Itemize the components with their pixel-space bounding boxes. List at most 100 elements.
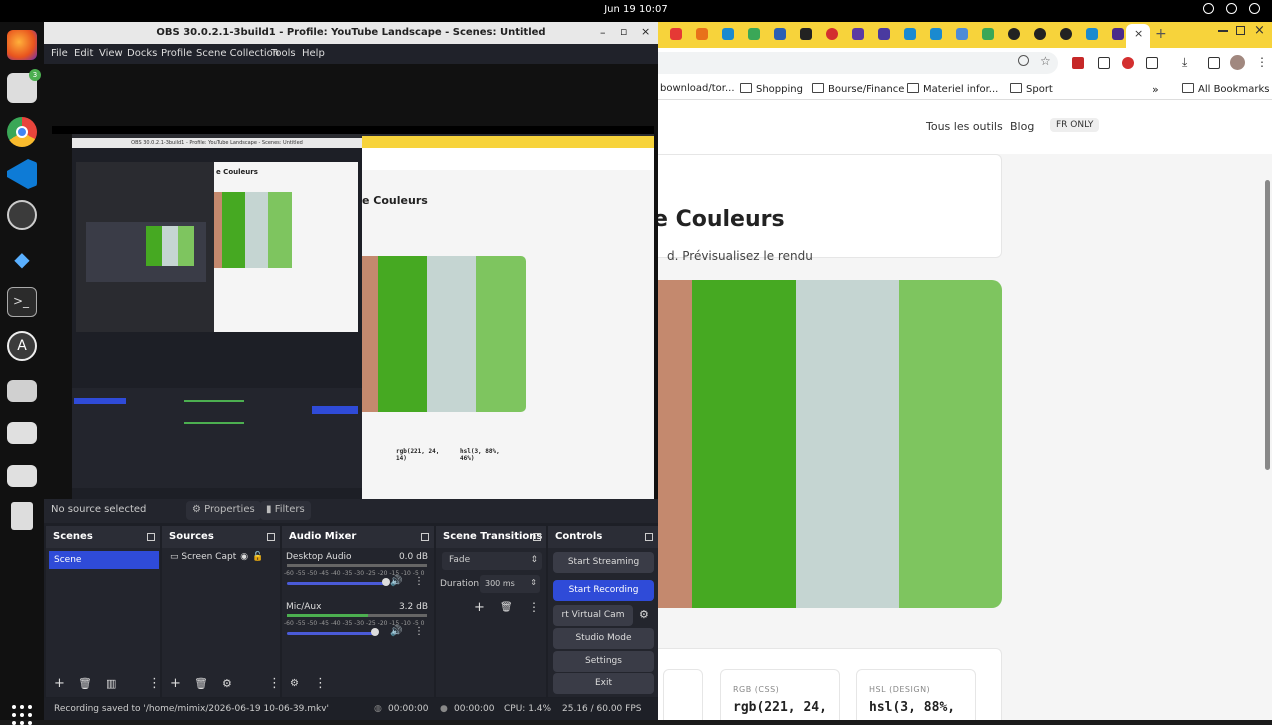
- filters-button[interactable]: ▮ Filters: [260, 501, 311, 520]
- bookmark-folder[interactable]: Bourse/Finance: [812, 83, 904, 95]
- vscode-icon[interactable]: [7, 159, 37, 189]
- avatar[interactable]: [1230, 55, 1245, 70]
- spin-icon[interactable]: ⇕: [530, 578, 537, 587]
- drive-icon[interactable]: [7, 380, 37, 402]
- tab[interactable]: [748, 28, 760, 40]
- menu-view[interactable]: View: [99, 48, 123, 59]
- gear-icon[interactable]: ⚙: [639, 608, 649, 621]
- tab-active[interactable]: ×: [1126, 24, 1150, 48]
- menu-file[interactable]: File: [51, 48, 68, 59]
- volume-slider[interactable]: [287, 582, 387, 585]
- bookmark[interactable]: bownload/tor...: [660, 83, 735, 94]
- value-box-hsl[interactable]: HSL (DESIGN) hsl(3, 88%, 46%): [856, 669, 976, 720]
- download-icon[interactable]: ⤓: [1182, 55, 1187, 70]
- lock-icon[interactable]: 🔓: [252, 552, 263, 562]
- source-item[interactable]: ▭ Screen Capt ◉ 🔓: [170, 552, 263, 562]
- value-box-rgb[interactable]: RGB (CSS) rgb(221, 24, 14): [720, 669, 840, 720]
- tab[interactable]: [930, 28, 942, 40]
- more-icon[interactable]: ⋮: [528, 600, 540, 614]
- undock-icon[interactable]: [533, 533, 541, 541]
- close-window-icon[interactable]: ×: [641, 22, 650, 43]
- transition-select[interactable]: Fade ⇕: [442, 552, 542, 570]
- trash-icon[interactable]: 🗑: [78, 677, 92, 690]
- undock-icon[interactable]: [421, 533, 429, 541]
- tab[interactable]: [1086, 28, 1098, 40]
- more-icon[interactable]: ⋮: [148, 676, 161, 691]
- drive-icon[interactable]: [7, 465, 37, 487]
- sidepanel-icon[interactable]: [1208, 57, 1220, 69]
- obs-preview[interactable]: OBS 30.0.2.1-3build1 - Profile: YouTube …: [44, 64, 658, 508]
- tab[interactable]: [826, 28, 838, 40]
- eye-icon[interactable]: ◉: [240, 552, 248, 562]
- tab[interactable]: [722, 28, 734, 40]
- search-icon[interactable]: [1018, 55, 1029, 66]
- menu-profile[interactable]: Profile: [161, 48, 192, 59]
- menu-edit[interactable]: Edit: [74, 48, 93, 59]
- speaker-icon[interactable]: 🔊: [390, 576, 402, 587]
- tab[interactable]: [800, 28, 812, 40]
- show-apps-icon[interactable]: [12, 705, 32, 725]
- maximize-icon[interactable]: ▫: [620, 22, 627, 43]
- maximize-icon[interactable]: [1236, 26, 1245, 35]
- more-icon[interactable]: ⋮: [268, 676, 281, 691]
- undock-icon[interactable]: [645, 533, 653, 541]
- trash-icon[interactable]: [11, 502, 33, 530]
- speaker-icon[interactable]: 🔊: [390, 626, 402, 637]
- more-bookmarks-icon[interactable]: »: [1152, 83, 1159, 96]
- volume-icon[interactable]: [1226, 3, 1237, 14]
- tab[interactable]: [1060, 28, 1072, 40]
- bookmark-folder[interactable]: Materiel infor...: [907, 83, 998, 95]
- omnibox[interactable]: ☆: [658, 52, 1058, 74]
- drive-icon[interactable]: [7, 422, 37, 444]
- extension-icon[interactable]: [1098, 57, 1110, 69]
- add-icon[interactable]: +: [170, 676, 181, 691]
- more-icon[interactable]: ⋮: [414, 576, 424, 587]
- bookmark-folder[interactable]: Sport: [1010, 83, 1053, 95]
- start-streaming-button[interactable]: Start Streaming: [553, 552, 654, 573]
- minimize-icon[interactable]: [1218, 30, 1228, 32]
- power-icon[interactable]: [1249, 3, 1260, 14]
- files-icon[interactable]: 3: [7, 69, 41, 103]
- close-window-icon[interactable]: ×: [1254, 23, 1265, 38]
- tab[interactable]: [774, 28, 786, 40]
- more-icon[interactable]: ⋮: [314, 676, 327, 691]
- menu-tools[interactable]: Tools: [271, 48, 296, 59]
- filter-icon[interactable]: ▥: [106, 677, 116, 690]
- add-icon[interactable]: +: [54, 676, 65, 691]
- studio-mode-button[interactable]: Studio Mode: [553, 628, 654, 649]
- tab[interactable]: [878, 28, 890, 40]
- volume-slider-knob[interactable]: [382, 578, 391, 586]
- menu-help[interactable]: Help: [302, 48, 325, 59]
- tab[interactable]: [1008, 28, 1020, 40]
- start-recording-button[interactable]: Start Recording: [553, 580, 654, 601]
- star-icon[interactable]: ☆: [1040, 54, 1051, 68]
- new-tab-icon[interactable]: +: [1155, 26, 1167, 42]
- tab[interactable]: [670, 28, 682, 40]
- firefox-icon[interactable]: [7, 30, 37, 60]
- tab[interactable]: [982, 28, 994, 40]
- network-icon[interactable]: [1203, 3, 1214, 14]
- volume-slider-knob[interactable]: [371, 628, 379, 636]
- software-updater-icon[interactable]: A: [7, 331, 37, 361]
- trash-icon[interactable]: 🗑: [500, 602, 513, 613]
- nav-blog-link[interactable]: Blog: [1010, 120, 1034, 133]
- bookmark-folder[interactable]: Shopping: [740, 83, 803, 95]
- virtual-camera-button[interactable]: rt Virtual Cam: [553, 605, 633, 626]
- tab[interactable]: [696, 28, 708, 40]
- obs-icon[interactable]: [7, 200, 37, 230]
- scene-item[interactable]: Scene: [49, 551, 159, 569]
- terminal-icon[interactable]: >_: [7, 287, 37, 317]
- gear-icon[interactable]: ⚙: [222, 677, 232, 690]
- tab[interactable]: [1112, 28, 1124, 40]
- volume-slider[interactable]: [287, 632, 375, 635]
- undock-icon[interactable]: [267, 533, 275, 541]
- exit-button[interactable]: Exit: [553, 673, 654, 694]
- extension-icon[interactable]: [1122, 57, 1134, 69]
- add-icon[interactable]: +: [474, 600, 485, 615]
- tab[interactable]: [852, 28, 864, 40]
- chrome-menu-icon[interactable]: ⋮: [1256, 55, 1268, 69]
- minimize-icon[interactable]: –: [600, 22, 606, 44]
- settings-button[interactable]: Settings: [553, 651, 654, 672]
- clock[interactable]: Jun 19 10:07: [0, 4, 1272, 15]
- chrome-icon[interactable]: [7, 117, 37, 147]
